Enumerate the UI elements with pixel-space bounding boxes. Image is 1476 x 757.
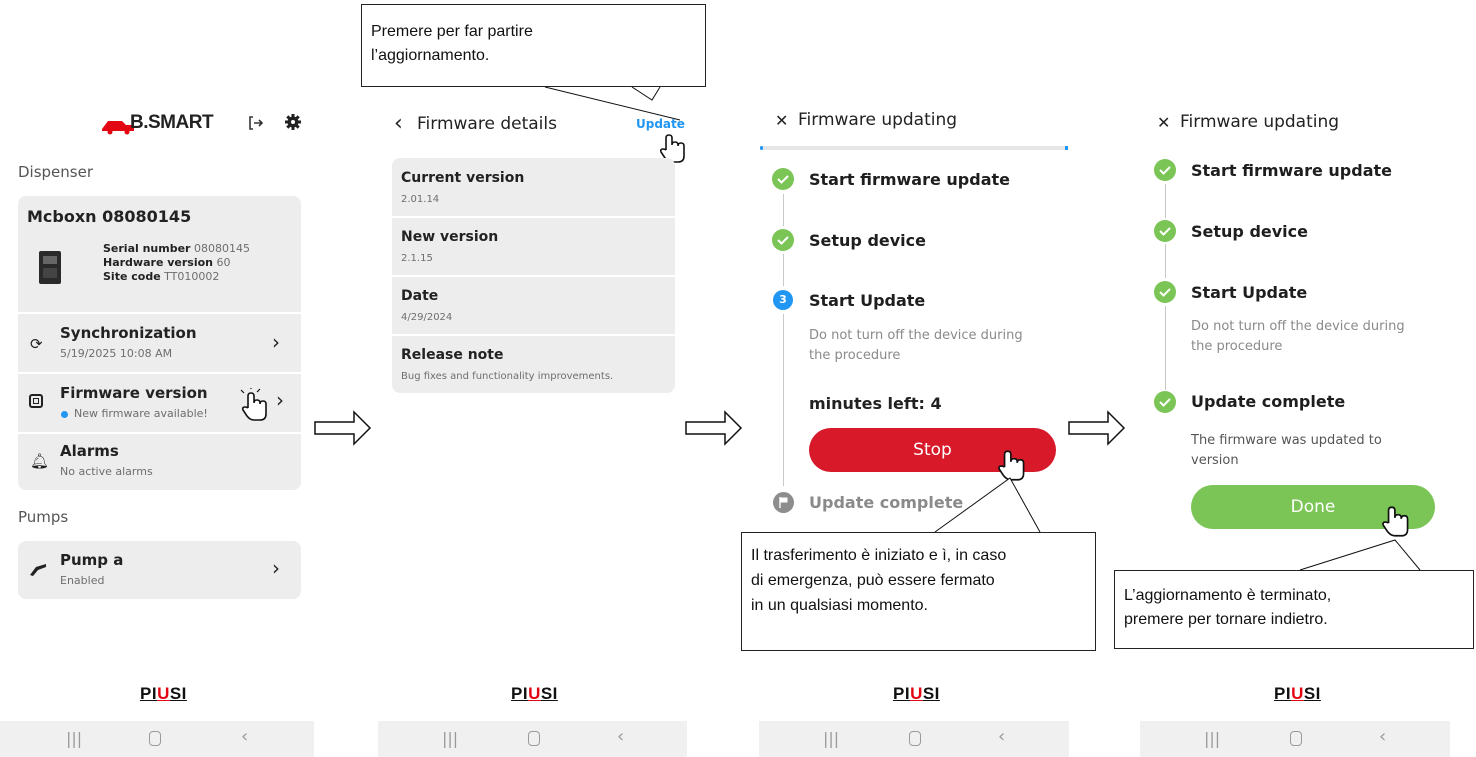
home-icon[interactable] [1290,731,1302,746]
android-navbar: ||| ‹ [759,721,1069,757]
callout-line: l’aggiornamento. [371,47,490,64]
piusi-logo: PIUSI [893,684,940,703]
home-icon[interactable] [909,731,921,746]
back-nav-icon[interactable]: ‹ [617,726,624,747]
callout-line: di emergenza, può essere fermato [751,572,995,589]
back-nav-icon[interactable]: ‹ [998,726,1005,747]
piusi-logo: PIUSI [140,684,187,703]
home-icon[interactable] [149,731,161,746]
back-nav-icon[interactable]: ‹ [1379,726,1386,747]
callout-update-finished: L’aggiornamento è terminato, premere per… [1114,570,1474,649]
callout-transfer-started: Il trasferimento è iniziato e ì, in caso… [741,532,1096,651]
recent-apps-icon[interactable]: ||| [66,729,82,748]
piusi-logo: PIUSI [511,684,558,703]
android-navbar: ||| ‹ [378,721,687,757]
recent-apps-icon[interactable]: ||| [823,729,839,748]
callout-line: Il trasferimento è iniziato e ì, in caso [751,547,1007,564]
piusi-logo: PIUSI [1274,684,1321,703]
callout-line: L’aggiornamento è terminato, [1124,587,1332,604]
android-navbar: ||| ‹ [0,721,314,757]
recent-apps-icon[interactable]: ||| [1204,729,1220,748]
android-navbar: ||| ‹ [1140,721,1450,757]
callout-line: premere per tornare indietro. [1124,611,1328,628]
callout-line: Premere per far partire [371,23,533,40]
back-nav-icon[interactable]: ‹ [241,726,248,747]
callout-line: in un qualsiasi momento. [751,597,928,614]
callout-update-hint: Premere per far partire l’aggiornamento. [361,4,706,87]
home-icon[interactable] [528,731,540,746]
recent-apps-icon[interactable]: ||| [442,729,458,748]
